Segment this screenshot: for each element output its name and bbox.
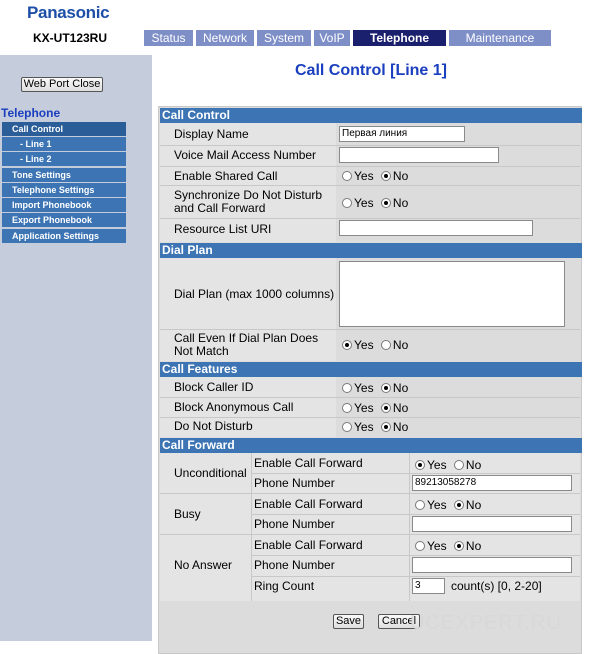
page-title: Call Control [Line 1] bbox=[295, 62, 447, 79]
voicemail-label: Voice Mail Access Number bbox=[174, 148, 317, 162]
display-name-field[interactable]: Первая линия bbox=[339, 126, 465, 142]
unconditional-label: Unconditional bbox=[174, 466, 247, 480]
radio-yes[interactable] bbox=[342, 198, 352, 208]
section-call-forward: Call Forward bbox=[160, 438, 582, 453]
sync-dnd-label-2: and Call Forward bbox=[174, 201, 266, 215]
model-name: KX-UT123RU bbox=[33, 31, 108, 45]
uncond-phone-field[interactable]: 89213058278 bbox=[412, 475, 572, 491]
sidebar-item-application-settings[interactable]: Application Settings bbox=[2, 229, 126, 243]
uncond-enable-label: Enable Call Forward bbox=[254, 456, 363, 470]
brand-logo: Panasonic bbox=[27, 3, 110, 22]
radio-yes[interactable] bbox=[342, 171, 352, 181]
call-even-label-2: Not Match bbox=[174, 344, 229, 358]
noans-enable-radio[interactable]: Yes No bbox=[415, 539, 485, 553]
main-content: Call Control [Line 1] Call Control Displ… bbox=[152, 55, 590, 654]
resource-uri-label: Resource List URI bbox=[174, 222, 272, 236]
header: Panasonic KX-UT123RU Status Network Syst… bbox=[0, 0, 590, 55]
do-not-disturb-label: Do Not Disturb bbox=[174, 419, 253, 433]
sidebar-item-line-2[interactable]: - Line 2 bbox=[2, 152, 126, 166]
display-name-label: Display Name bbox=[174, 127, 249, 141]
radio-yes[interactable] bbox=[342, 422, 352, 432]
tab-maintenance[interactable]: Maintenance bbox=[449, 30, 551, 46]
radio-no[interactable] bbox=[380, 340, 391, 350]
web-port-close-button[interactable]: Web Port Close bbox=[21, 77, 103, 92]
section-call-control: Call Control bbox=[160, 108, 582, 123]
noans-phone-field[interactable] bbox=[412, 557, 572, 573]
block-caller-id-label: Block Caller ID bbox=[174, 380, 254, 394]
shared-call-radio[interactable]: Yes No bbox=[342, 169, 412, 183]
section-dial-plan: Dial Plan bbox=[160, 243, 582, 258]
sync-dnd-radio[interactable]: Yes No bbox=[342, 196, 412, 210]
sidebar-item-tone-settings[interactable]: Tone Settings bbox=[2, 168, 126, 182]
radio-yes[interactable] bbox=[342, 340, 352, 350]
voicemail-field[interactable] bbox=[339, 147, 499, 163]
tab-network[interactable]: Network bbox=[196, 30, 254, 46]
ring-count-hint: count(s) [0, 2-20] bbox=[451, 579, 542, 593]
block-caller-id-radio[interactable]: Yes No bbox=[342, 381, 412, 395]
uncond-enable-radio[interactable]: Yes No bbox=[415, 458, 485, 472]
noans-enable-label: Enable Call Forward bbox=[254, 538, 363, 552]
radio-no[interactable] bbox=[380, 383, 391, 393]
noans-phone-label: Phone Number bbox=[254, 558, 335, 572]
busy-enable-label: Enable Call Forward bbox=[254, 497, 363, 511]
call-even-radio[interactable]: Yes No bbox=[342, 338, 412, 352]
tab-system[interactable]: System bbox=[257, 30, 311, 46]
radio-yes[interactable] bbox=[415, 541, 425, 551]
dial-plan-label: Dial Plan (max 1000 columns) bbox=[174, 287, 335, 301]
uncond-phone-label: Phone Number bbox=[254, 476, 335, 490]
sidebar: Web Port Close Telephone Call Control - … bbox=[0, 55, 152, 641]
busy-phone-label: Phone Number bbox=[254, 517, 335, 531]
sidebar-item-export-phonebook[interactable]: Export Phonebook bbox=[2, 213, 126, 227]
busy-label: Busy bbox=[174, 507, 201, 521]
sidebar-title: Telephone bbox=[1, 106, 61, 120]
resource-uri-field[interactable] bbox=[339, 220, 533, 236]
shared-call-label: Enable Shared Call bbox=[174, 169, 278, 183]
save-button[interactable]: Save bbox=[333, 614, 364, 629]
main-tabs: Status Network System VoIP Telephone Mai… bbox=[144, 30, 554, 46]
do-not-disturb-radio[interactable]: Yes No bbox=[342, 420, 412, 434]
busy-phone-field[interactable] bbox=[412, 516, 572, 532]
block-anonymous-label: Block Anonymous Call bbox=[174, 400, 294, 414]
busy-enable-radio[interactable]: Yes No bbox=[415, 498, 485, 512]
sidebar-item-telephone-settings[interactable]: Telephone Settings bbox=[2, 183, 126, 197]
tab-voip[interactable]: VoIP bbox=[314, 30, 350, 46]
radio-no[interactable] bbox=[380, 198, 391, 208]
tab-status[interactable]: Status bbox=[144, 30, 193, 46]
radio-no[interactable] bbox=[380, 403, 391, 413]
settings-form: Call Control Display Name Первая линия V… bbox=[158, 106, 582, 654]
section-call-features: Call Features bbox=[160, 362, 582, 377]
sidebar-item-call-control[interactable]: Call Control bbox=[2, 122, 126, 136]
radio-no[interactable] bbox=[380, 171, 391, 181]
radio-yes[interactable] bbox=[342, 403, 352, 413]
radio-no[interactable] bbox=[453, 460, 464, 470]
tab-telephone[interactable]: Telephone bbox=[353, 30, 446, 46]
radio-yes[interactable] bbox=[415, 460, 425, 470]
watermark: UCEXPERT.RU bbox=[410, 612, 562, 634]
block-anonymous-radio[interactable]: Yes No bbox=[342, 401, 412, 415]
radio-no[interactable] bbox=[453, 541, 464, 551]
radio-yes[interactable] bbox=[415, 500, 425, 510]
radio-no[interactable] bbox=[453, 500, 464, 510]
ring-count-field[interactable]: 3 bbox=[412, 578, 445, 594]
radio-no[interactable] bbox=[380, 422, 391, 432]
ring-count-label: Ring Count bbox=[254, 579, 315, 593]
radio-yes[interactable] bbox=[342, 383, 352, 393]
dial-plan-textarea[interactable] bbox=[339, 261, 565, 327]
sidebar-item-import-phonebook[interactable]: Import Phonebook bbox=[2, 198, 126, 212]
no-answer-label: No Answer bbox=[174, 558, 233, 572]
sidebar-item-line-1[interactable]: - Line 1 bbox=[2, 137, 126, 151]
